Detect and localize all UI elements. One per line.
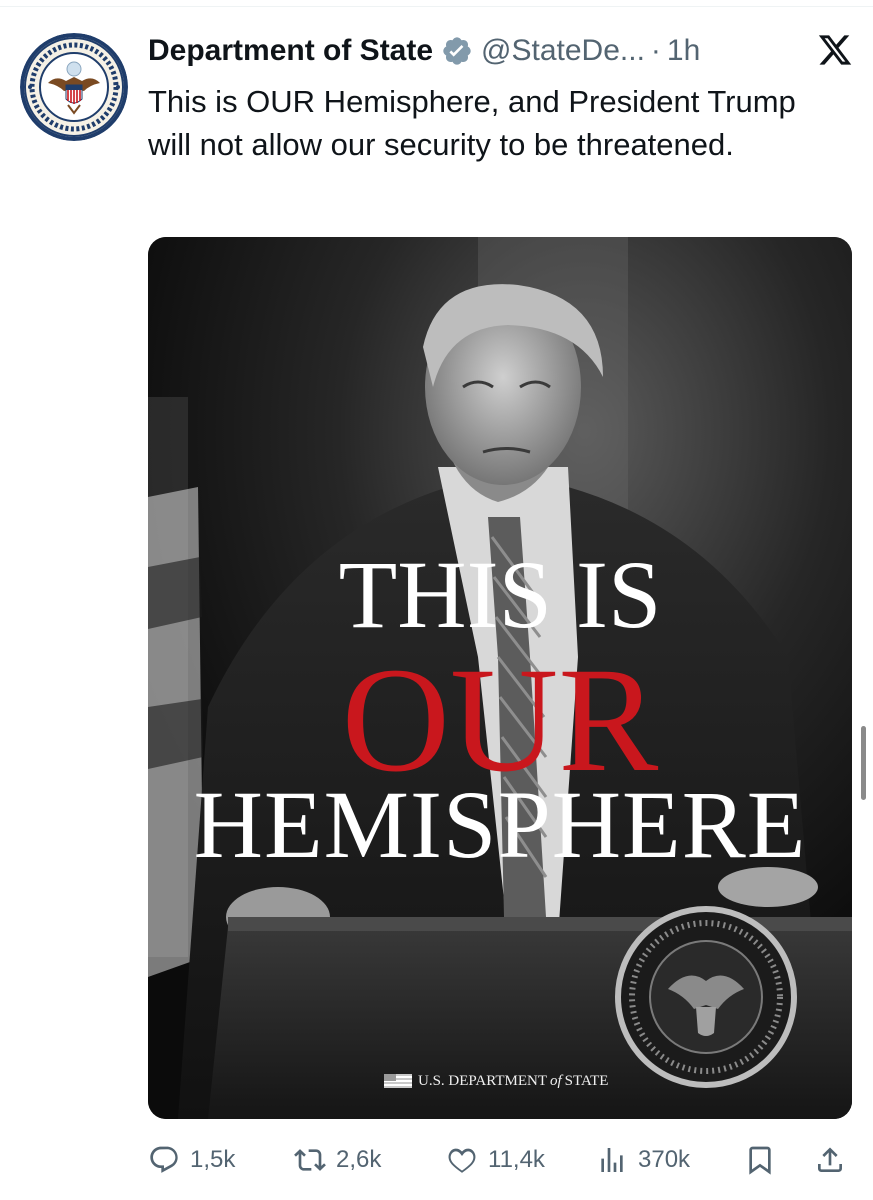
tweet-header: Department of State @StateDe... · 1h (148, 28, 863, 74)
reply-icon (150, 1146, 178, 1173)
repost-button[interactable]: 2,6k (294, 1138, 381, 1182)
headline-this-is: THIS IS (338, 541, 662, 648)
scrollbar-thumb[interactable] (861, 726, 866, 800)
reply-count: 1,5k (190, 1146, 236, 1173)
top-divider (0, 6, 873, 7)
author-handle[interactable]: @StateDe... (481, 34, 645, 68)
separator-dot: · (650, 34, 661, 67)
x-logo-icon (818, 35, 852, 65)
credit-text-of: of (549, 1072, 562, 1089)
like-count: 11,4k (488, 1146, 545, 1173)
heart-icon (448, 1148, 476, 1173)
author-display-name[interactable]: Department of State (148, 34, 433, 68)
credit-text-pre: U.S. DEPARTMENT (418, 1072, 547, 1089)
reply-button[interactable]: 1,5k (148, 1138, 235, 1182)
tweet-action-bar: 1,5k 2,6k 11,4k 370k (148, 1138, 863, 1182)
views-button[interactable]: 370k (596, 1138, 690, 1182)
repost-count: 2,6k (336, 1146, 382, 1173)
verified-badge-icon[interactable] (441, 35, 473, 67)
us-flag-icon (384, 1074, 412, 1088)
repost-icon (294, 1149, 326, 1171)
credit-text-post: STATE (564, 1072, 609, 1089)
views-chart-icon (601, 1148, 623, 1172)
share-button[interactable] (814, 1138, 856, 1182)
bookmark-button[interactable] (744, 1138, 786, 1182)
view-count: 370k (638, 1146, 691, 1173)
tweet-timestamp[interactable]: 1h (667, 34, 700, 68)
share-icon (818, 1147, 842, 1172)
headline-hemisphere: HEMISPHERE (193, 771, 807, 878)
like-button[interactable]: 11,4k (446, 1138, 545, 1182)
tweet-text: This is OUR Hemisphere, and President Tr… (148, 84, 796, 162)
tweet-media-image[interactable]: THIS IS OUR HEMISPHERE U.S. DEPARTMENT o… (148, 237, 852, 1119)
image-credit: U.S. DEPARTMENT of STATE (384, 1071, 608, 1091)
avatar[interactable] (20, 33, 128, 141)
bookmark-icon (749, 1146, 771, 1175)
department-of-state-seal-icon (20, 33, 128, 141)
